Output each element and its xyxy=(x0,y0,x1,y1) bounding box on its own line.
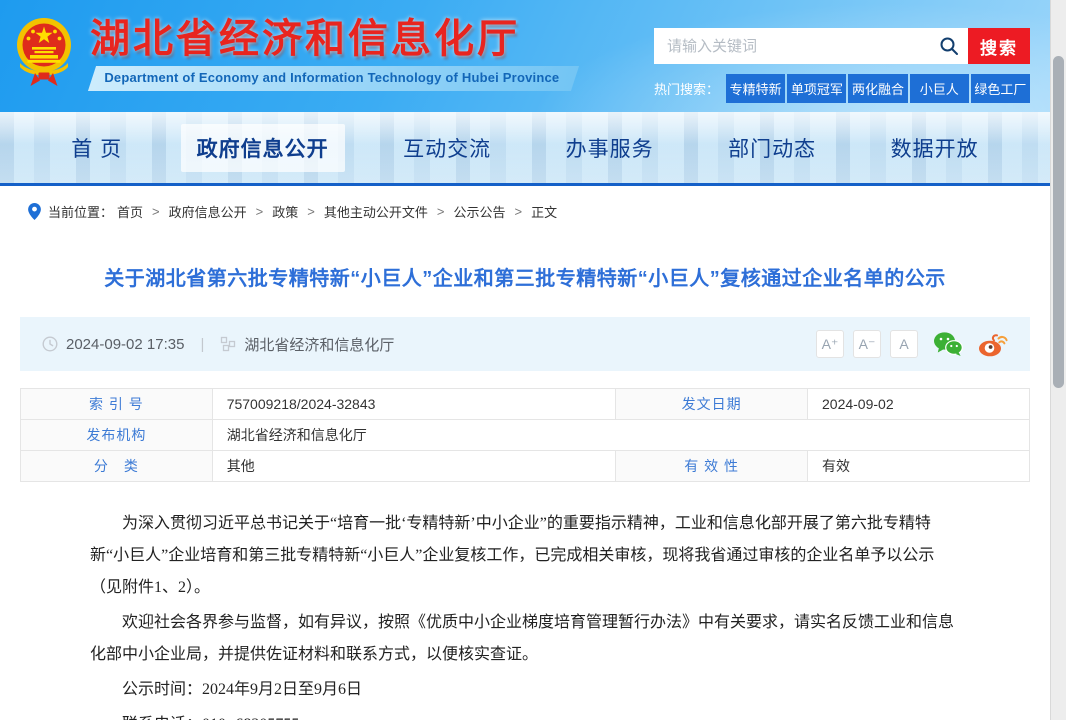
validity-label: 有 效 性 xyxy=(616,451,808,482)
nav-item-services[interactable]: 办事服务 xyxy=(550,124,670,172)
article-title: 关于湖北省第六批专精特新“小巨人”企业和第三批专精特新“小巨人”复核通过企业名单… xyxy=(80,262,970,291)
font-decrease-button[interactable]: A⁻ xyxy=(853,330,881,358)
paragraph: 为深入贯彻习近平总书记关于“培育一批‘专精特新’中小企业”的重要指示精神，工业和… xyxy=(90,508,960,604)
meta-divider: | xyxy=(200,336,204,353)
nav-item-open-data[interactable]: 数据开放 xyxy=(875,124,995,172)
breadcrumb-item-home[interactable]: 首页 xyxy=(117,202,143,221)
meta-right: A⁺ A⁻ A xyxy=(807,330,1008,358)
search-button[interactable]: 搜索 xyxy=(968,28,1030,64)
hot-tag[interactable]: 单项冠军 xyxy=(787,74,846,103)
table-row: 发布机构 湖北省经济和信息化厅 xyxy=(21,420,1030,451)
site-subtitle: Department of Economy and Information Te… xyxy=(104,70,559,85)
breadcrumb-item-policy[interactable]: 政策 xyxy=(272,202,298,221)
breadcrumb: 当前位置： 首页 > 政府信息公开 > 政策 > 其他主动公开文件 > 公示公告… xyxy=(0,186,1050,234)
page: 湖北省经济和信息化厅 Department of Economy and Inf… xyxy=(0,0,1050,720)
breadcrumb-item-gov-info[interactable]: 政府信息公开 xyxy=(169,202,247,221)
hot-search-label: 热门搜索： xyxy=(654,79,719,98)
table-row: 分 类 其他 有 效 性 有效 xyxy=(21,451,1030,482)
breadcrumb-prefix: 当前位置： xyxy=(48,202,113,221)
hot-tag[interactable]: 小巨人 xyxy=(910,74,969,103)
nav-item-dept-news[interactable]: 部门动态 xyxy=(712,124,832,172)
publicity-period: 公示时间：2024年9月2日至9月6日 xyxy=(90,674,960,706)
search-box xyxy=(654,28,968,64)
breadcrumb-separator: > xyxy=(437,204,445,219)
search-area: 搜索 热门搜索： 专精特新 单项冠军 两化融合 小巨人 绿色工厂 xyxy=(654,28,1030,103)
logo-row: 湖北省经济和信息化厅 Department of Economy and Inf… xyxy=(14,17,575,91)
nav-item-home[interactable]: 首 页 xyxy=(55,124,138,172)
site-titles: 湖北省经济和信息化厅 Department of Economy and Inf… xyxy=(90,17,575,91)
scrollbar-track[interactable] xyxy=(1050,0,1066,720)
nav-item-interaction[interactable]: 互动交流 xyxy=(387,124,507,172)
site-header: 湖北省经济和信息化厅 Department of Economy and Inf… xyxy=(0,0,1050,112)
breadcrumb-separator: > xyxy=(256,204,264,219)
issue-date-value: 2024-09-02 xyxy=(808,389,1030,420)
browser-viewport: 湖北省经济和信息化厅 Department of Economy and Inf… xyxy=(0,0,1066,720)
breadcrumb-item-current: 正文 xyxy=(531,202,557,221)
table-row: 索 引 号 757009218/2024-32843 发文日期 2024-09-… xyxy=(21,389,1030,420)
hot-search-row: 热门搜索： 专精特新 单项冠军 两化融合 小巨人 绿色工厂 xyxy=(654,74,1030,103)
source-icon xyxy=(220,336,236,352)
category-value: 其他 xyxy=(212,451,616,482)
font-reset-button[interactable]: A xyxy=(890,330,918,358)
font-increase-button[interactable]: A⁺ xyxy=(816,330,844,358)
site-subtitle-ribbon: Department of Economy and Information Te… xyxy=(88,66,579,91)
hot-tag[interactable]: 两化融合 xyxy=(848,74,907,103)
publisher-label: 发布机构 xyxy=(21,420,213,451)
breadcrumb-separator: > xyxy=(307,204,315,219)
breadcrumb-item-other-docs[interactable]: 其他主动公开文件 xyxy=(324,202,428,221)
search-icon[interactable] xyxy=(939,36,959,56)
article-body: 为深入贯彻习近平总书记关于“培育一批‘专精特新’中小企业”的重要指示精神，工业和… xyxy=(20,482,1030,720)
validity-value: 有效 xyxy=(808,451,1030,482)
publish-datetime: 2024-09-02 17:35 xyxy=(66,336,184,353)
index-number-value: 757009218/2024-32843 xyxy=(212,389,616,420)
hot-tag[interactable]: 专精特新 xyxy=(726,74,785,103)
issue-date-label: 发文日期 xyxy=(616,389,808,420)
publisher-value: 湖北省经济和信息化厅 xyxy=(212,420,1029,451)
document-info-table: 索 引 号 757009218/2024-32843 发文日期 2024-09-… xyxy=(20,388,1030,482)
site-title: 湖北省经济和信息化厅 xyxy=(90,17,575,61)
category-label: 分 类 xyxy=(21,451,213,482)
search-row: 搜索 xyxy=(654,28,1030,64)
weibo-share-icon[interactable] xyxy=(978,331,1008,357)
nav-list: 首 页 政府信息公开 互动交流 办事服务 部门动态 数据开放 xyxy=(0,112,1050,183)
meta-left: 2024-09-02 17:35 | 湖北省经济和信息化厅 xyxy=(42,334,394,355)
breadcrumb-separator: > xyxy=(514,204,522,219)
nav-item-gov-info[interactable]: 政府信息公开 xyxy=(181,124,345,172)
search-input[interactable] xyxy=(654,28,968,64)
wechat-share-icon[interactable] xyxy=(933,331,963,357)
hot-tag[interactable]: 绿色工厂 xyxy=(971,74,1030,103)
main-nav: 首 页 政府信息公开 互动交流 办事服务 部门动态 数据开放 xyxy=(0,112,1050,186)
clock-icon xyxy=(42,336,58,352)
index-number-label: 索 引 号 xyxy=(21,389,213,420)
article: 关于湖北省第六批专精特新“小巨人”企业和第三批专精特新“小巨人”复核通过企业名单… xyxy=(0,262,1050,720)
scrollbar-thumb[interactable] xyxy=(1053,56,1064,388)
hot-search-tags: 专精特新 单项冠军 两化融合 小巨人 绿色工厂 xyxy=(726,74,1030,103)
paragraph: 欢迎社会各界参与监督，如有异议，按照《优质中小企业梯度培育管理暂行办法》中有关要… xyxy=(90,607,960,671)
national-emblem-icon xyxy=(14,17,74,87)
breadcrumb-separator: > xyxy=(152,204,160,219)
article-meta-bar: 2024-09-02 17:35 | 湖北省经济和信息化厅 A⁺ A⁻ A xyxy=(20,317,1030,371)
breadcrumb-item-notices[interactable]: 公示公告 xyxy=(453,202,505,221)
publish-source: 湖北省经济和信息化厅 xyxy=(244,334,394,355)
contact-phone: 联系电话：010- 68205755 xyxy=(90,709,960,720)
location-pin-icon xyxy=(28,203,41,220)
